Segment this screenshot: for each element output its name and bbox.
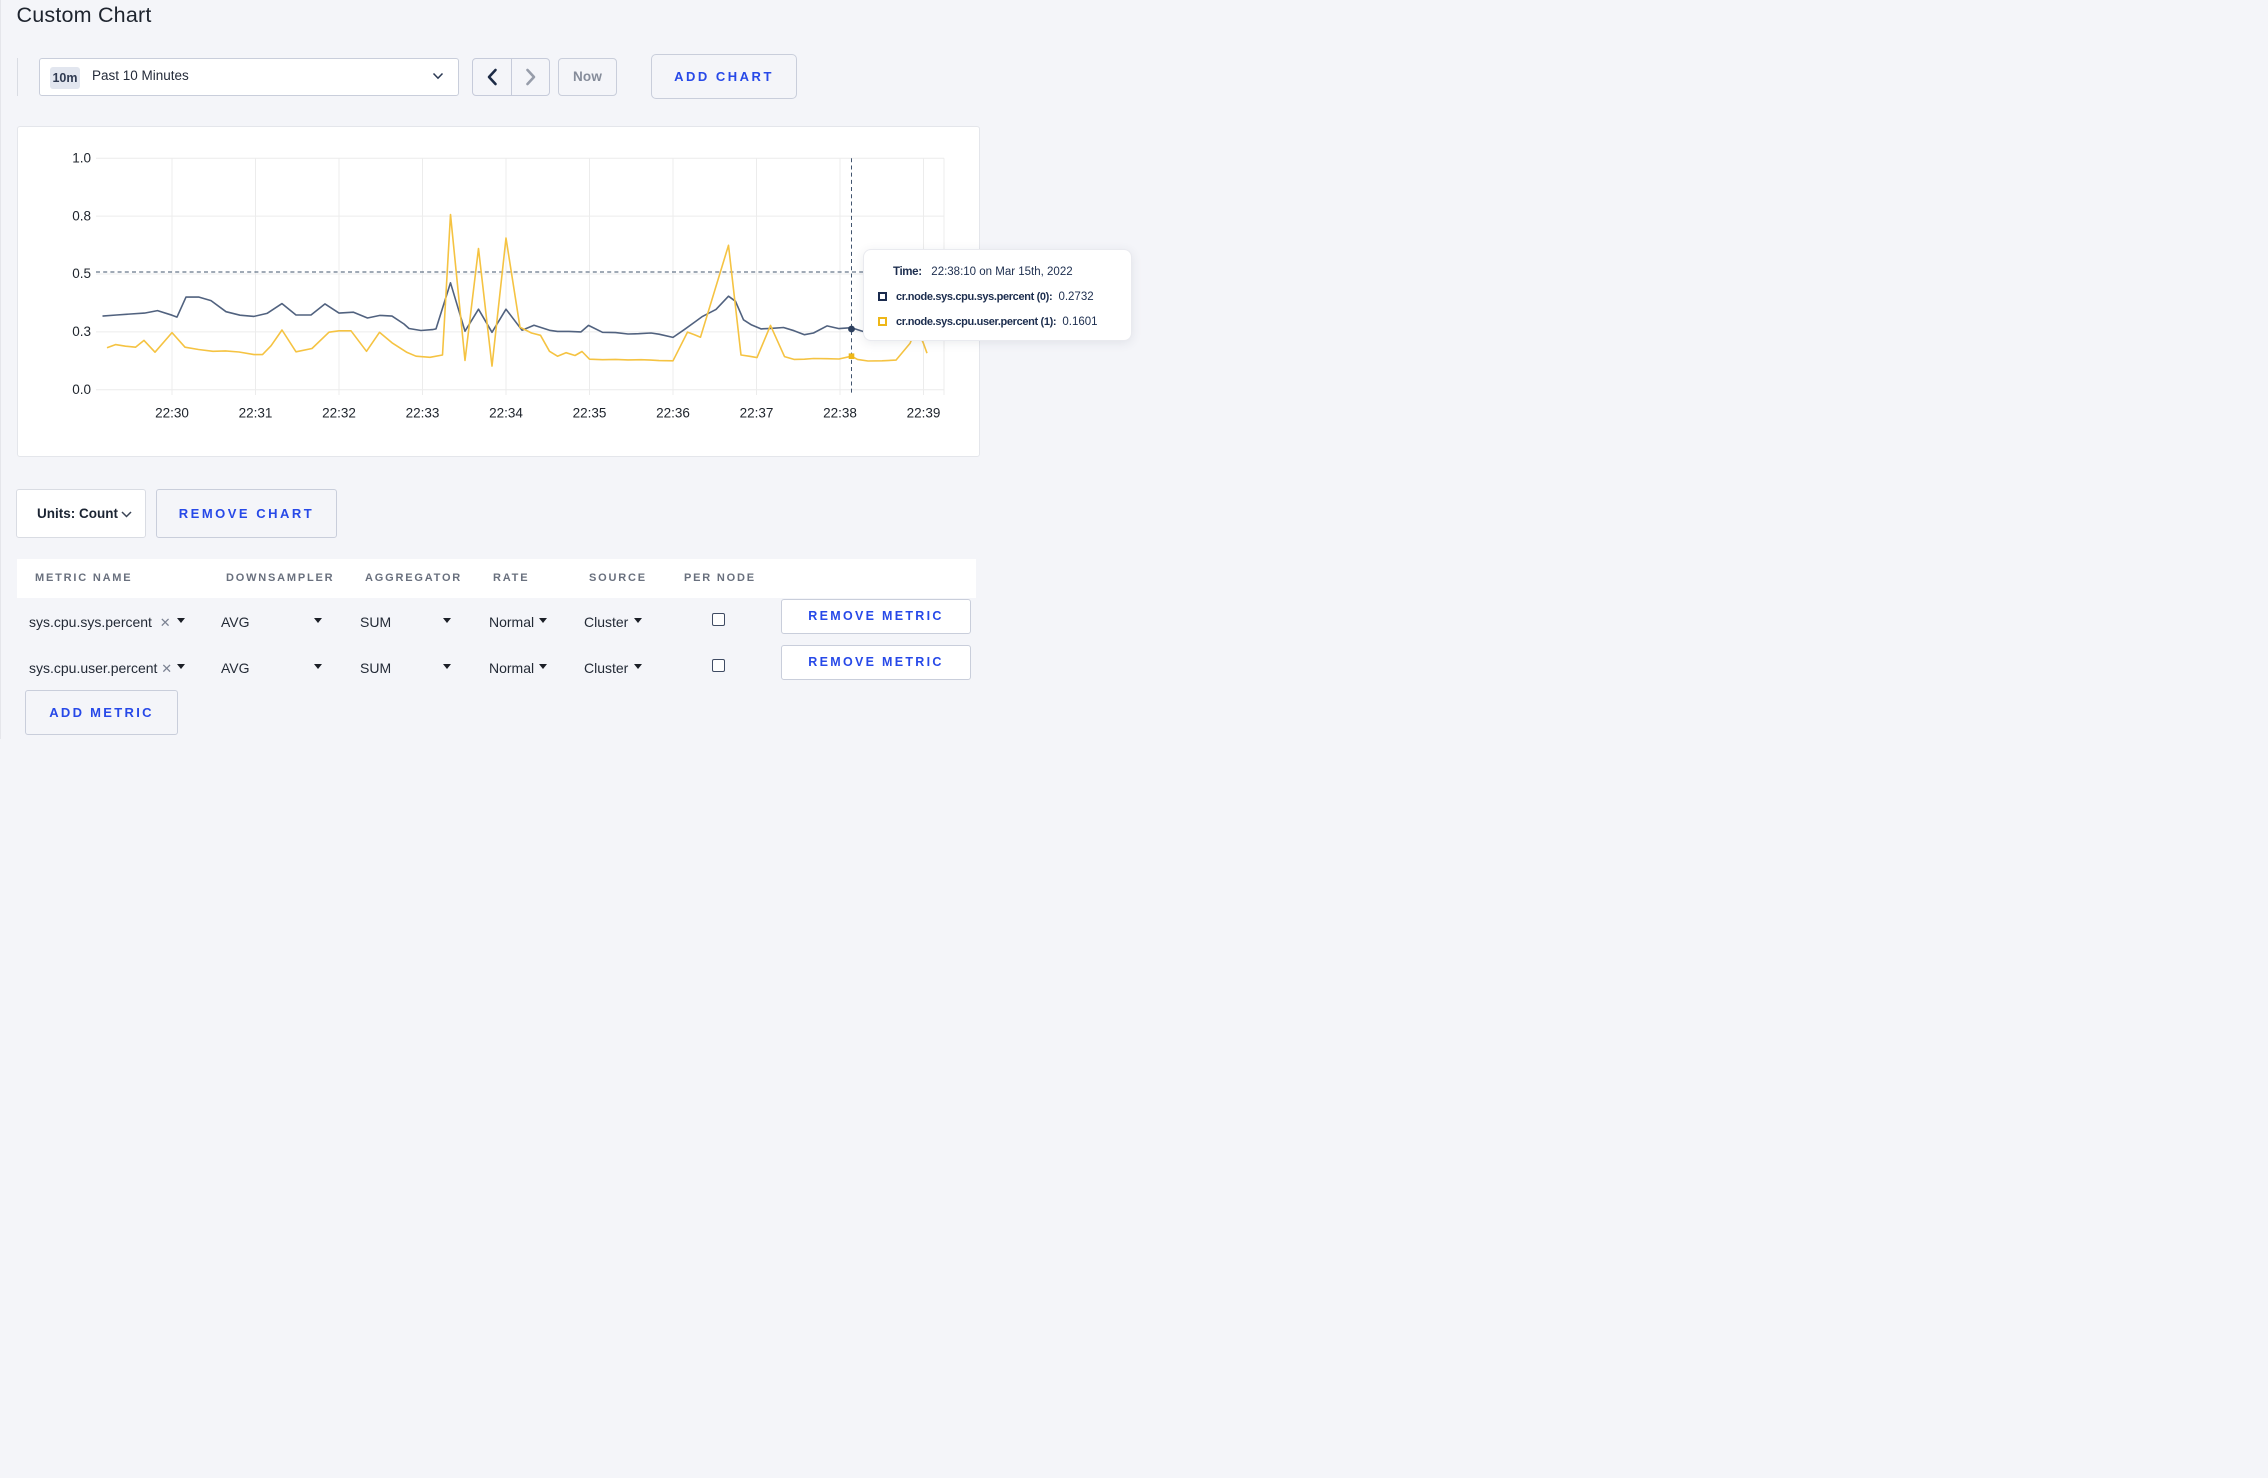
svg-text:22:33: 22:33 [406, 406, 440, 421]
svg-text:22:37: 22:37 [740, 406, 774, 421]
svg-text:22:32: 22:32 [322, 406, 356, 421]
svg-text:22:34: 22:34 [489, 406, 523, 421]
svg-text:22:30: 22:30 [155, 406, 189, 421]
svg-text:0.5: 0.5 [72, 266, 91, 281]
svg-text:0.8: 0.8 [72, 208, 91, 223]
svg-text:22:31: 22:31 [239, 406, 273, 421]
svg-text:22:36: 22:36 [656, 406, 690, 421]
svg-text:0.3: 0.3 [72, 324, 91, 339]
svg-text:1.0: 1.0 [72, 151, 91, 166]
svg-text:22:38: 22:38 [823, 406, 857, 421]
svg-text:22:35: 22:35 [573, 406, 607, 421]
svg-text:22:39: 22:39 [907, 406, 941, 421]
svg-text:0.0: 0.0 [72, 382, 91, 397]
